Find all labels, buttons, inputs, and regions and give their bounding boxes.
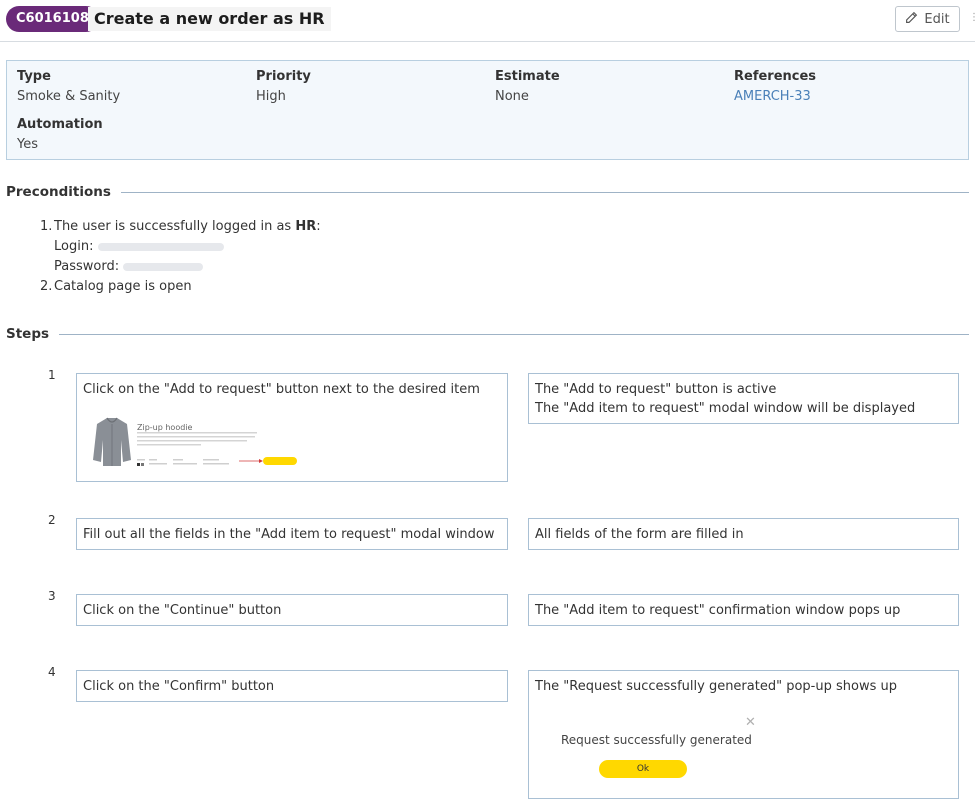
references-label: References	[734, 69, 817, 84]
step-expected-result: The "Add item to request" confirmation w…	[528, 594, 959, 626]
estimate-label: Estimate	[495, 69, 560, 84]
step-action-text: Click on the "Confirm" button	[83, 679, 275, 694]
references-link[interactable]: AMERCH-33	[734, 89, 816, 104]
product-screenshot-thumbnail: Zip-up hoodie	[83, 410, 303, 480]
type-field: Type Smoke & Sanity	[17, 69, 120, 104]
step-number: 3	[48, 589, 56, 603]
estimate-field: Estimate None	[495, 69, 560, 104]
priority-label: Priority	[256, 69, 311, 84]
step-number: 1	[48, 368, 56, 382]
preconditions-header: Preconditions	[6, 184, 969, 200]
type-value: Smoke & Sanity	[17, 89, 121, 104]
redacted-login	[97, 242, 224, 251]
expected-text-line: The "Add to request" button is active	[535, 382, 777, 397]
automation-value: Yes	[17, 137, 38, 152]
page-title: Create a new order as HR	[88, 7, 331, 31]
edit-button[interactable]: Edit	[895, 6, 960, 32]
password-row: Password:	[40, 257, 321, 277]
priority-field: Priority High	[256, 69, 311, 104]
steps-header: Steps	[6, 326, 969, 342]
step-action-text: Fill out all the fields in the "Add item…	[83, 527, 495, 542]
precondition-text: Catalog page is open	[54, 279, 192, 294]
automation-field: Automation Yes	[17, 117, 103, 152]
precondition-colon: :	[316, 219, 321, 234]
step-action: Fill out all the fields in the "Add item…	[76, 518, 508, 550]
step-expected-result: The "Request successfully generated" pop…	[528, 670, 959, 799]
precondition-item: 2. Catalog page is open	[40, 279, 192, 294]
thumb-content-lines	[137, 432, 297, 466]
close-icon: ✕	[745, 715, 756, 730]
popup-ok-button: Ok	[599, 760, 687, 778]
redacted-password	[123, 262, 204, 271]
expected-text-line: The "Add item to request" modal window w…	[535, 401, 916, 416]
preconditions-list: 1. The user is successfully logged in as …	[40, 217, 321, 297]
step-action: Click on the "Continue" button	[76, 594, 508, 626]
case-id-badge: C6016108	[6, 6, 99, 32]
login-label: Login:	[54, 239, 94, 254]
expected-text-line: The "Add item to request" confirmation w…	[535, 603, 901, 618]
precondition-item: 1. The user is successfully logged in as …	[40, 219, 321, 234]
automation-label: Automation	[17, 117, 103, 132]
expected-text-line: All fields of the form are filled in	[535, 527, 744, 542]
more-icon[interactable]: ⋮	[969, 13, 975, 23]
preconditions-title: Preconditions	[6, 184, 111, 200]
step-action: Click on the "Confirm" button	[76, 670, 508, 702]
priority-value: High	[256, 89, 286, 104]
page-header: C6016108 Create a new order as HR Edit ⋮	[0, 0, 975, 42]
estimate-value: None	[495, 89, 529, 104]
type-label: Type	[17, 69, 51, 84]
expected-text-line: The "Request successfully generated" pop…	[535, 679, 897, 694]
step-action: Click on the "Add to request" button nex…	[76, 373, 508, 482]
password-label: Password:	[54, 259, 120, 274]
login-row: Login:	[40, 237, 321, 257]
references-field: References AMERCH-33	[734, 69, 816, 104]
step-expected-result: The "Add to request" button is active Th…	[528, 373, 959, 424]
steps-title: Steps	[6, 326, 50, 342]
step-action-text: Click on the "Add to request" button nex…	[83, 382, 480, 397]
section-divider	[59, 333, 969, 335]
popup-screenshot: ✕ Request successfully generated Ok	[559, 711, 759, 786]
precondition-text: The user is successfully logged in as	[54, 219, 296, 234]
step-number: 2	[48, 513, 56, 527]
pencil-icon	[905, 11, 918, 28]
role-name: HR	[295, 219, 317, 234]
case-details-panel: Type Smoke & Sanity Priority High Estima…	[6, 60, 969, 160]
step-expected-result: All fields of the form are filled in	[528, 518, 959, 550]
step-action-text: Click on the "Continue" button	[83, 603, 282, 618]
popup-message: Request successfully generated	[561, 733, 752, 747]
section-divider	[120, 191, 969, 193]
edit-label: Edit	[924, 11, 950, 27]
step-number: 4	[48, 665, 56, 679]
